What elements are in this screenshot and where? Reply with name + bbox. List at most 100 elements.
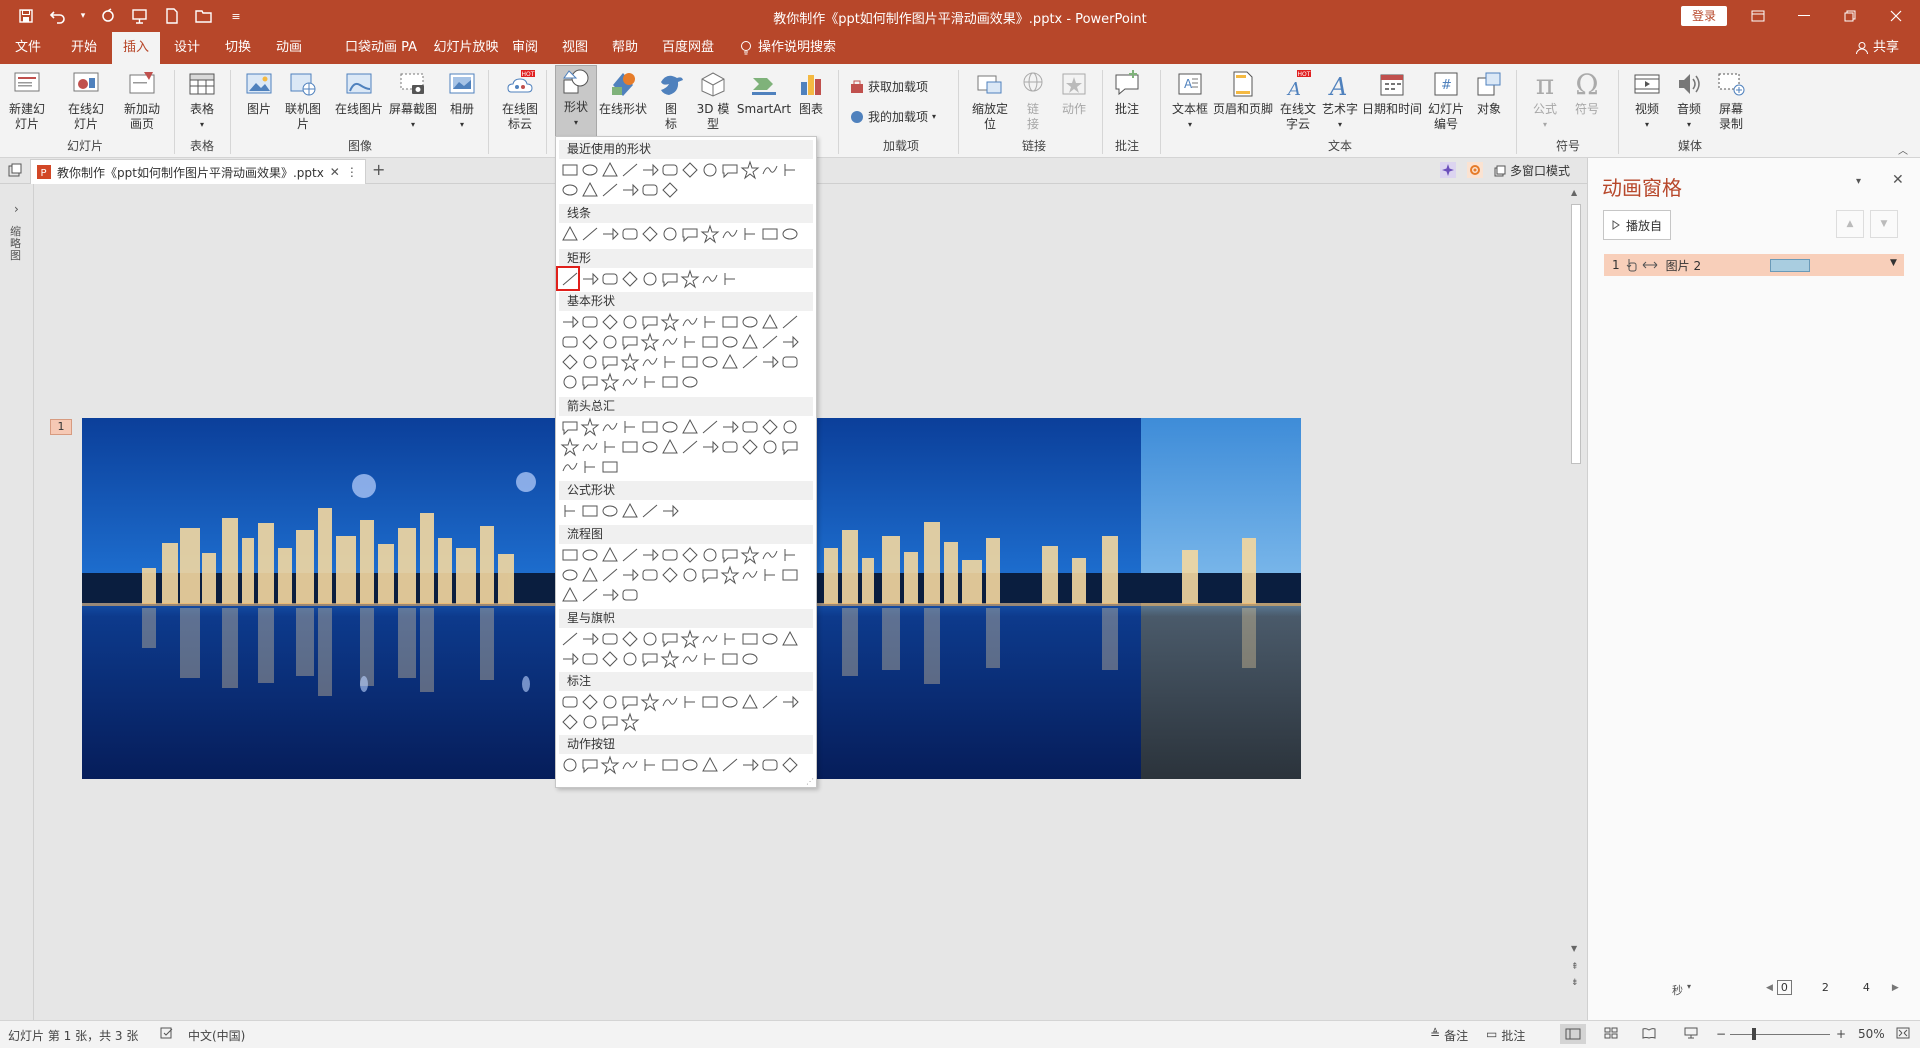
shape-item[interactable] bbox=[680, 352, 700, 372]
previous-slide-icon[interactable]: ⇞ bbox=[1571, 962, 1579, 972]
shape-item[interactable] bbox=[580, 269, 600, 289]
tab-help[interactable]: 帮助 bbox=[604, 32, 646, 64]
item-dropdown-icon[interactable]: ▼ bbox=[1890, 258, 1897, 268]
shape-item[interactable] bbox=[740, 545, 760, 565]
shape-item[interactable] bbox=[600, 649, 620, 669]
textbox-button[interactable]: A 文本框 ▾ bbox=[1170, 68, 1210, 132]
shape-item[interactable] bbox=[620, 545, 640, 565]
shape-item[interactable] bbox=[780, 332, 800, 352]
pane-options-icon[interactable]: ▾ bbox=[1856, 176, 1861, 187]
shape-item[interactable] bbox=[720, 332, 740, 352]
shape-item[interactable] bbox=[660, 565, 680, 585]
shape-item[interactable] bbox=[780, 545, 800, 565]
shape-item[interactable] bbox=[680, 269, 700, 289]
online-picture-2-button[interactable]: 在线图片 bbox=[334, 68, 384, 117]
shape-item[interactable] bbox=[560, 755, 580, 775]
shape-item[interactable] bbox=[560, 565, 580, 585]
shape-item[interactable] bbox=[560, 312, 580, 332]
scroll-down-icon[interactable]: ▼ bbox=[1571, 944, 1577, 953]
tab-file[interactable]: 文件 bbox=[6, 32, 50, 64]
slide-number-button[interactable]: # 幻灯片编号 bbox=[1424, 68, 1468, 132]
shape-item[interactable] bbox=[680, 224, 700, 244]
shape-item[interactable] bbox=[660, 180, 680, 200]
expand-thumbnails-icon[interactable]: › bbox=[14, 202, 19, 216]
shape-item[interactable] bbox=[760, 545, 780, 565]
shape-item[interactable] bbox=[660, 352, 680, 372]
timeline-left-icon[interactable]: ◀ bbox=[1766, 983, 1773, 993]
online-picture-button[interactable]: 联机图片 bbox=[280, 68, 326, 132]
shape-item[interactable] bbox=[640, 372, 660, 392]
shape-item[interactable] bbox=[740, 629, 760, 649]
shape-item[interactable] bbox=[780, 160, 800, 180]
shape-item[interactable] bbox=[760, 332, 780, 352]
normal-view-button[interactable] bbox=[1560, 1024, 1586, 1044]
zoom-level[interactable]: 50% bbox=[1858, 1027, 1885, 1041]
shape-item[interactable] bbox=[660, 501, 680, 521]
shape-item[interactable] bbox=[700, 692, 720, 712]
shape-item[interactable] bbox=[600, 269, 620, 289]
shape-item[interactable] bbox=[700, 417, 720, 437]
shape-item[interactable] bbox=[760, 224, 780, 244]
tab-design[interactable]: 设计 bbox=[166, 32, 208, 64]
shape-item[interactable] bbox=[600, 712, 620, 732]
scroll-thumb[interactable] bbox=[1571, 204, 1581, 464]
shape-item[interactable] bbox=[740, 160, 760, 180]
shape-item[interactable] bbox=[620, 565, 640, 585]
shape-item[interactable] bbox=[680, 312, 700, 332]
shape-item[interactable] bbox=[620, 755, 640, 775]
pane-close-icon[interactable]: ✕ bbox=[1892, 172, 1904, 188]
shape-item[interactable] bbox=[600, 332, 620, 352]
shape-item[interactable] bbox=[720, 629, 740, 649]
shape-item[interactable] bbox=[640, 437, 660, 457]
tab-view[interactable]: 视图 bbox=[554, 32, 596, 64]
shape-item[interactable] bbox=[560, 712, 580, 732]
shape-item[interactable] bbox=[580, 712, 600, 732]
shape-item[interactable] bbox=[600, 457, 620, 477]
symbol-button[interactable]: Ω 符号 bbox=[1570, 68, 1604, 117]
close-icon[interactable] bbox=[1873, 0, 1919, 32]
tab-animations[interactable]: 动画 bbox=[268, 32, 310, 64]
tab-slideshow[interactable]: 幻灯片放映 bbox=[420, 32, 512, 64]
shape-item[interactable] bbox=[660, 755, 680, 775]
tab-menu-icon[interactable]: ⋮ bbox=[346, 165, 358, 179]
animation-list-item[interactable]: 1 图片 2 ▼ bbox=[1604, 254, 1904, 276]
shape-item[interactable] bbox=[720, 692, 740, 712]
action-button[interactable]: 动作 bbox=[1058, 68, 1090, 117]
shape-item[interactable] bbox=[560, 501, 580, 521]
zoom-button[interactable]: 缩放定位 bbox=[968, 68, 1012, 132]
shape-item[interactable] bbox=[600, 180, 620, 200]
shape-item[interactable] bbox=[580, 180, 600, 200]
photo-album-button[interactable]: 相册 ▾ bbox=[446, 68, 478, 132]
shape-item[interactable] bbox=[780, 437, 800, 457]
shape-item[interactable] bbox=[760, 629, 780, 649]
restore-icon[interactable] bbox=[1827, 0, 1873, 32]
shape-item[interactable] bbox=[580, 755, 600, 775]
shape-item[interactable] bbox=[640, 224, 660, 244]
shape-item[interactable] bbox=[760, 565, 780, 585]
new-slide-button[interactable]: 新建幻灯片 bbox=[8, 68, 46, 132]
link-button[interactable]: 链接 bbox=[1022, 68, 1044, 132]
shape-item[interactable] bbox=[700, 629, 720, 649]
slideshow-view-icon[interactable] bbox=[1684, 1027, 1698, 1042]
shape-item[interactable] bbox=[620, 312, 640, 332]
shape-item[interactable] bbox=[700, 160, 720, 180]
tab-baidu-netdisk[interactable]: 百度网盘 bbox=[660, 32, 716, 64]
shape-item[interactable] bbox=[640, 692, 660, 712]
slide-sorter-view-icon[interactable] bbox=[1604, 1027, 1618, 1042]
header-footer-button[interactable]: 页眉和页脚 bbox=[1210, 68, 1276, 117]
reading-view-icon[interactable] bbox=[1642, 1027, 1656, 1042]
shape-item[interactable] bbox=[780, 352, 800, 372]
shape-item[interactable] bbox=[560, 332, 580, 352]
shape-item[interactable] bbox=[560, 545, 580, 565]
move-up-button[interactable]: ▲ bbox=[1836, 210, 1864, 238]
shape-item[interactable] bbox=[680, 437, 700, 457]
shape-item[interactable] bbox=[660, 629, 680, 649]
shape-item[interactable] bbox=[560, 372, 580, 392]
shape-item[interactable] bbox=[660, 437, 680, 457]
shape-item[interactable] bbox=[660, 269, 680, 289]
online-wordart-button[interactable]: HOT A 在线文字云 bbox=[1278, 68, 1318, 132]
shape-item[interactable] bbox=[600, 501, 620, 521]
shape-item[interactable] bbox=[680, 372, 700, 392]
new-tab-icon[interactable]: + bbox=[372, 160, 385, 179]
tell-me-search[interactable]: 操作说明搜索 bbox=[740, 32, 860, 64]
